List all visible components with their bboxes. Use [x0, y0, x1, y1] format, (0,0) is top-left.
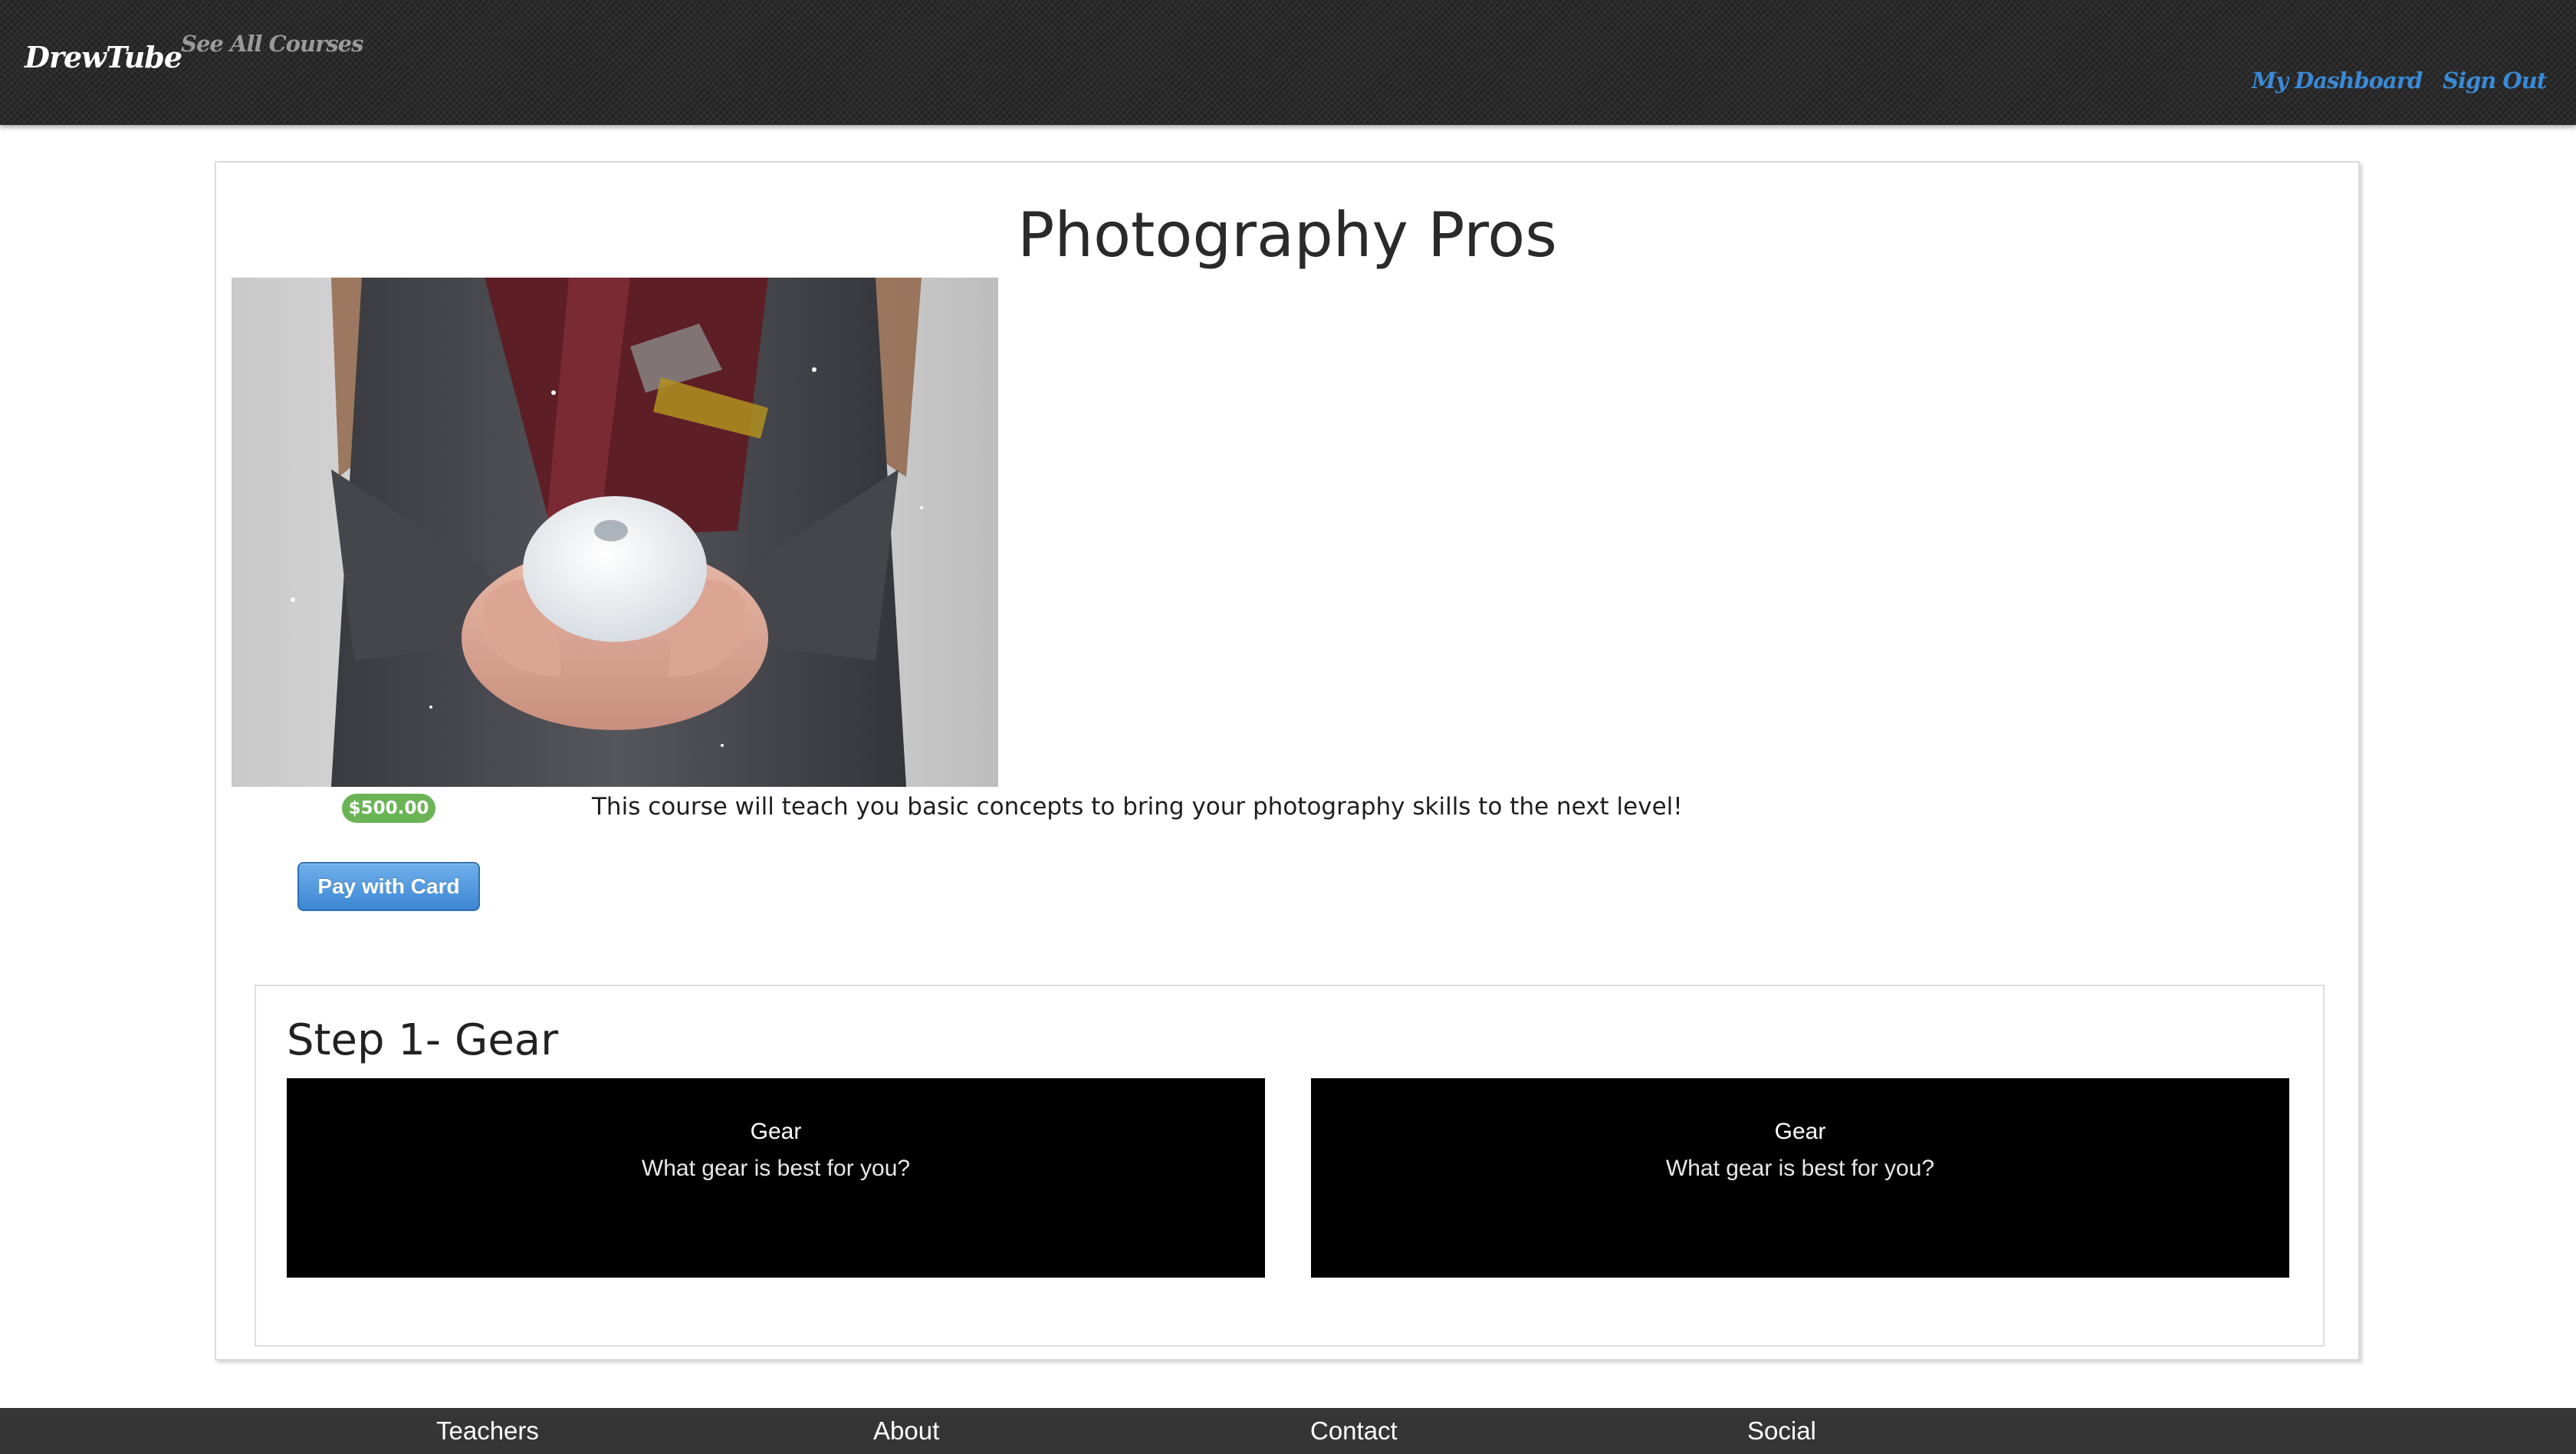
snowball-photo-illustration [232, 278, 998, 787]
top-navbar: DrewTube See All Courses My Dashboard Si… [0, 0, 2576, 125]
footer-link-teachers[interactable]: Teachers [436, 1416, 539, 1446]
footer-link-about[interactable]: About [873, 1416, 939, 1446]
lesson-tile[interactable]: Gear What gear is best for you? [1311, 1078, 2289, 1278]
brand-logo-link[interactable]: DrewTube [25, 40, 182, 74]
lesson-name: Gear [750, 1119, 802, 1144]
lesson-description: What gear is best for you? [641, 1156, 911, 1181]
footer: Teachers About Contact Social [0, 1408, 2576, 1454]
pay-with-card-button[interactable]: Pay with Card [297, 862, 480, 911]
step-title: Step 1- Gear [287, 1015, 559, 1065]
lesson-description: What gear is best for you? [1665, 1156, 1935, 1181]
course-title: Photography Pros [1017, 199, 1557, 271]
price-badge: $500.00 [342, 794, 435, 823]
see-all-courses-link[interactable]: See All Courses [181, 31, 363, 57]
my-dashboard-link[interactable]: My Dashboard [2252, 67, 2423, 94]
lesson-name: Gear [1774, 1119, 1826, 1144]
footer-link-social[interactable]: Social [1747, 1416, 1816, 1446]
course-card: Photography Pros $500.00 This course wil… [215, 161, 2360, 1360]
footer-link-contact[interactable]: Contact [1310, 1416, 1398, 1446]
course-cover-image [232, 278, 998, 787]
course-description: This course will teach you basic concept… [592, 793, 1683, 821]
lesson-tile[interactable]: Gear What gear is best for you? [287, 1078, 1265, 1278]
step-panel: Step 1- Gear Gear What gear is best for … [255, 985, 2325, 1347]
sign-out-link[interactable]: Sign Out [2443, 67, 2547, 94]
